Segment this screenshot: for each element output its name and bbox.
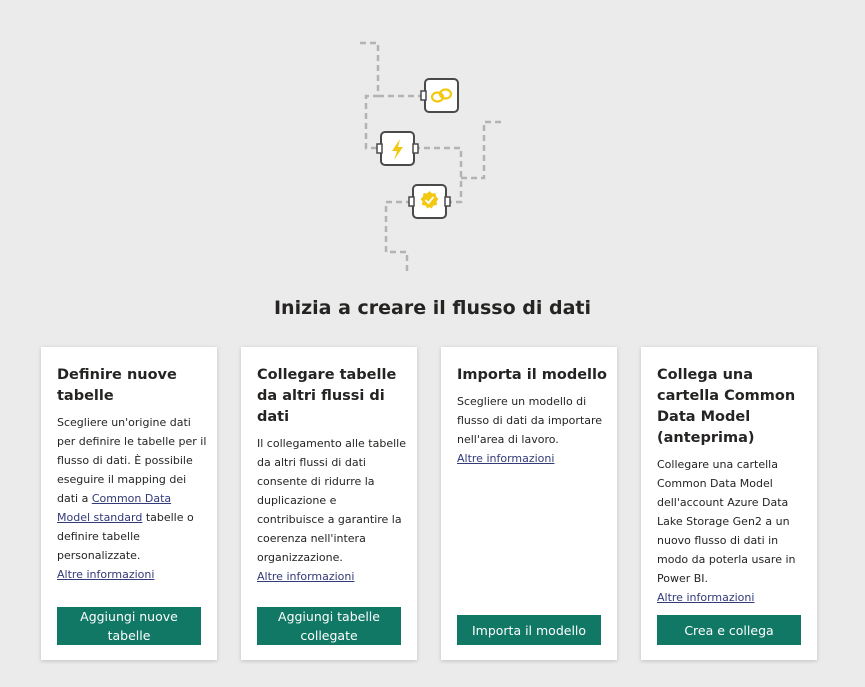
card-define-new-tables: Definire nuove tabelle Scegliere un'orig… [41, 347, 217, 660]
card-title: Definire nuove tabelle [57, 367, 177, 404]
learn-more-link[interactable]: Altre informazioni [57, 565, 207, 584]
page-title: Inizia a creare il flusso di dati [273, 297, 592, 319]
card-attach-cdm-folder: Collega una cartella Common Data Model (… [641, 347, 817, 660]
badge-check-icon [408, 184, 451, 219]
card-import-model: Importa il modello Scegliere un modello … [441, 347, 617, 660]
learn-more-link[interactable]: Altre informazioni [457, 449, 607, 468]
learn-more-link[interactable]: Altre informazioni [657, 588, 807, 607]
link-icon [420, 78, 459, 113]
card-description: Collegare una cartella Common Data Model… [657, 458, 796, 585]
dataflow-illustration [360, 41, 502, 272]
lightning-icon [376, 131, 419, 166]
learn-more-link[interactable]: Altre informazioni [257, 567, 407, 586]
card-title: Importa il modello [457, 367, 607, 383]
create-and-attach-button[interactable]: Crea e collega [657, 615, 801, 645]
add-linked-tables-button[interactable]: Aggiungi tabelle collegate [257, 607, 401, 645]
card-title: Collega una cartella Common Data Model (… [657, 367, 796, 446]
card-description: Scegliere un modello di flusso di dati d… [457, 395, 603, 446]
card-description: Il collegamento alle tabelle da altri fl… [257, 437, 406, 564]
import-model-button[interactable]: Importa il modello [457, 615, 601, 645]
card-description: Scegliere un'origine dati per definire l… [57, 413, 207, 565]
card-title: Collegare tabelle da altri flussi di dat… [257, 367, 397, 425]
card-link-tables: Collegare tabelle da altri flussi di dat… [241, 347, 417, 660]
add-new-tables-button[interactable]: Aggiungi nuove tabelle [57, 607, 201, 645]
